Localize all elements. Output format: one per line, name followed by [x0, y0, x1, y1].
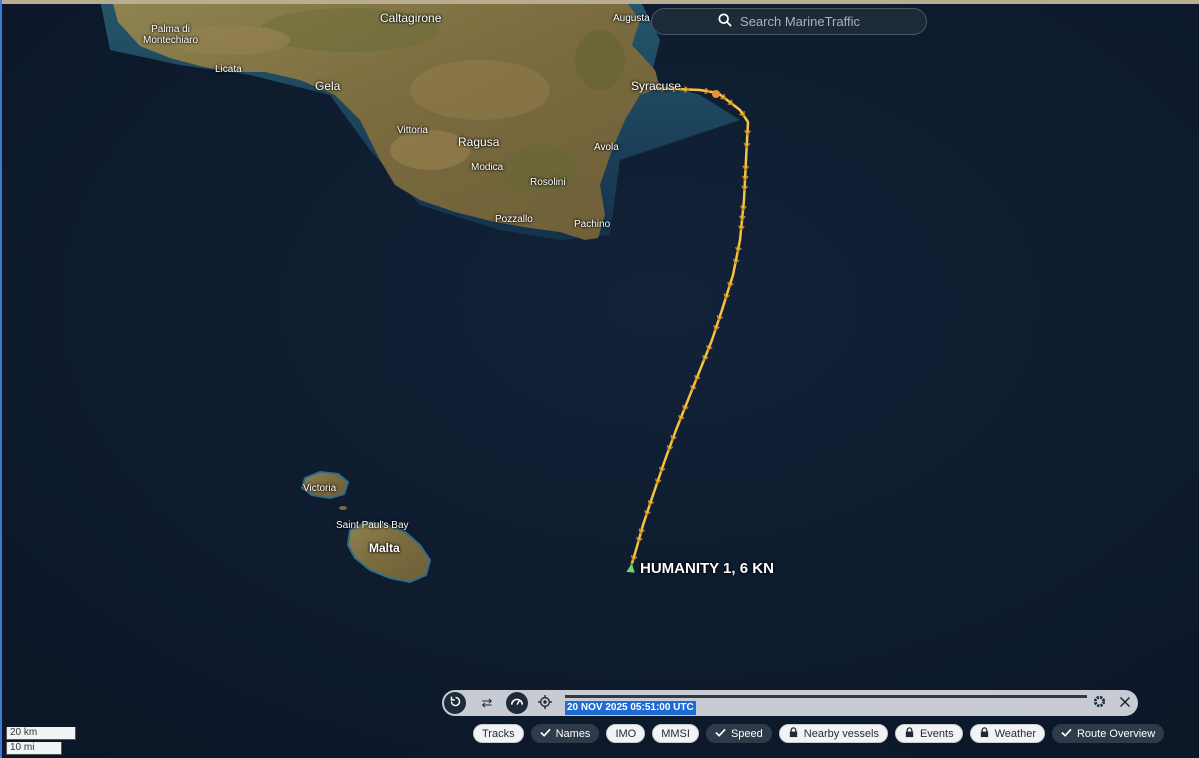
toggle-route-overview[interactable]: Route Overview	[1051, 724, 1165, 743]
place-ragusa: Ragusa	[458, 135, 500, 149]
place-pachino: Pachino	[574, 219, 611, 230]
place-saint-pauls-bay: Saint Paul's Bay	[336, 520, 409, 531]
toggle-tracks[interactable]: Tracks	[473, 724, 524, 743]
search-bar[interactable]: Search MarineTraffic	[651, 8, 927, 35]
toggle-speed-label: Speed	[730, 727, 763, 740]
swap-arrows-icon: ⇄	[481, 695, 493, 710]
place-malta: Malta	[369, 541, 400, 555]
toggle-nearby-vessels[interactable]: Nearby vessels	[778, 724, 888, 743]
scale-mi: 10 mi	[6, 742, 62, 755]
place-vittoria: Vittoria	[397, 125, 428, 136]
timeline-timestamp: 20 NOV 2025 05:51:00 UTC	[565, 701, 696, 715]
toggle-weather[interactable]: Weather	[969, 724, 1045, 743]
scale-km: 20 km	[6, 727, 76, 740]
toggle-route-label: Route Overview	[1076, 727, 1156, 740]
place-pozzallo: Pozzallo	[495, 214, 533, 225]
speed-button[interactable]	[506, 692, 528, 714]
swap-button[interactable]: ⇄	[476, 692, 498, 714]
lock-icon	[788, 726, 799, 741]
checkmark-icon	[539, 727, 551, 741]
layer-toggles: Tracks Names IMO MMSI Speed Nearby vesse…	[473, 724, 1165, 743]
map-canvas[interactable]	[0, 0, 1199, 758]
toggle-imo-label: IMO	[615, 727, 637, 740]
toggle-speed[interactable]: Speed	[705, 724, 772, 743]
toggle-events-label: Events	[919, 727, 954, 740]
track-event-marker[interactable]	[712, 90, 720, 98]
replay-icon	[449, 695, 462, 711]
toggle-nearby-label: Nearby vessels	[803, 727, 879, 740]
crosshair-icon	[538, 694, 552, 712]
close-button[interactable]	[1114, 692, 1136, 714]
toggle-names[interactable]: Names	[530, 724, 600, 743]
checkmark-icon	[1061, 727, 1072, 741]
gear-icon	[1092, 694, 1107, 712]
lock-icon	[904, 726, 915, 741]
vessel-label[interactable]: HUMANITY 1, 6 KN	[640, 560, 774, 577]
lock-icon	[979, 726, 990, 741]
place-modica: Modica	[471, 162, 504, 173]
toggle-weather-label: Weather	[994, 727, 1036, 740]
place-caltagirone: Caltagirone	[380, 11, 442, 25]
toggle-events[interactable]: Events	[894, 724, 963, 743]
top-border	[0, 0, 1199, 4]
playback-bar: ⇄ 20 NOV 2025 05:51:00 UTC	[442, 690, 1138, 716]
close-icon	[1119, 696, 1131, 711]
search-icon	[718, 13, 732, 30]
toggle-imo[interactable]: IMO	[606, 724, 646, 743]
place-syracuse: Syracuse	[631, 79, 682, 93]
settings-button[interactable]	[1088, 692, 1110, 714]
toggle-tracks-label: Tracks	[482, 727, 515, 740]
place-victoria: Victoria	[303, 483, 337, 494]
checkmark-icon	[715, 727, 726, 741]
place-palma-di-montechiaro: Palma di Montechiaro	[143, 24, 199, 46]
toggle-mmsi[interactable]: MMSI	[652, 724, 699, 743]
place-licata: Licata	[215, 64, 242, 75]
search-placeholder: Search MarineTraffic	[740, 14, 860, 29]
place-rosolini: Rosolini	[530, 177, 566, 188]
place-augusta: Augusta	[613, 13, 650, 24]
comino-land	[339, 506, 347, 510]
locate-button[interactable]	[534, 692, 556, 714]
place-avola: Avola	[594, 142, 619, 153]
toggle-names-label: Names	[555, 727, 591, 740]
timeline-slider[interactable]	[565, 695, 1087, 698]
place-gela: Gela	[315, 79, 341, 93]
toggle-mmsi-label: MMSI	[661, 727, 690, 740]
replay-button[interactable]	[444, 692, 466, 714]
left-border	[0, 0, 2, 758]
speedometer-icon	[510, 695, 524, 712]
